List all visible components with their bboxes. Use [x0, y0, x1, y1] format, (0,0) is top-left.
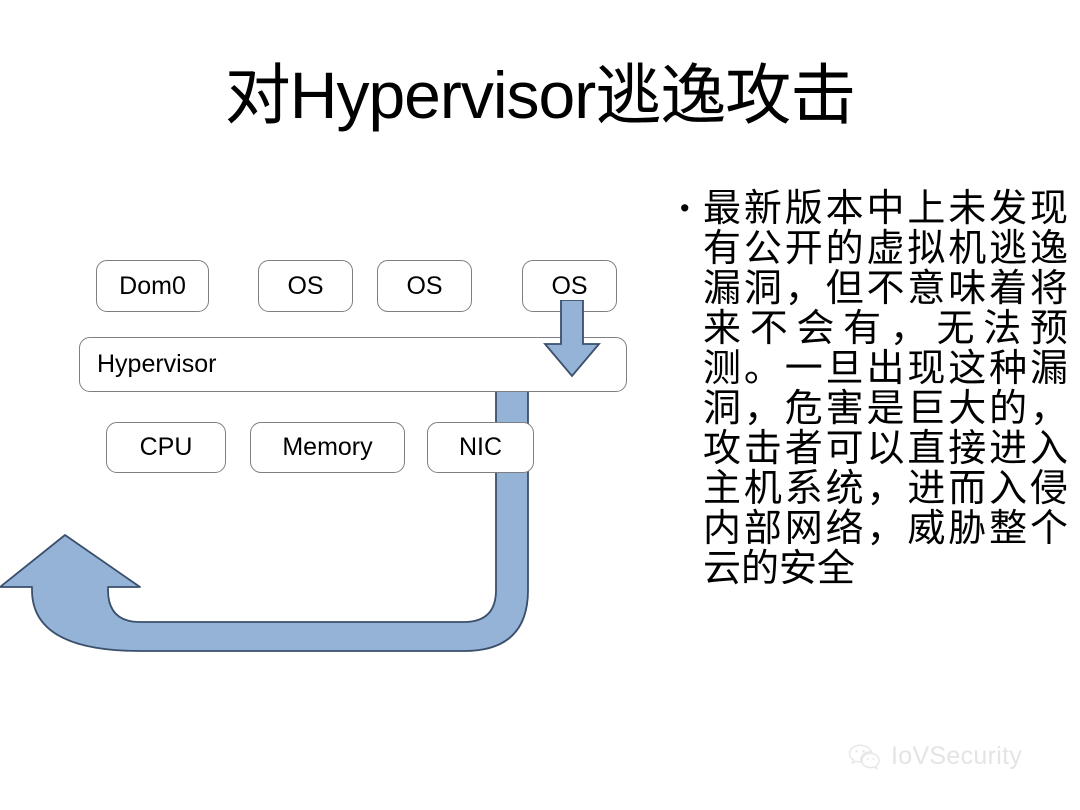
- escape-down-arrow-icon: [543, 300, 601, 378]
- bullet-item-text: 最新版本中上未发现有公开的虚拟机逃逸漏洞，但不意味着将来不会有，无法预测。一旦出…: [703, 186, 1068, 590]
- diagram-box-memory: Memory: [250, 422, 405, 473]
- diagram-box-os-3-label: OS: [551, 271, 588, 300]
- diagram-box-memory-label: Memory: [282, 433, 373, 461]
- diagram-box-dom0: Dom0: [96, 260, 209, 312]
- diagram-box-os-1-label: OS: [287, 271, 324, 300]
- watermark: IoVSecurity: [848, 742, 1022, 771]
- hypervisor-escape-attack-diagram: Dom0 OS OS OS Hypervisor CPU Memory NIC: [0, 0, 660, 810]
- watermark-label: IoVSecurity: [891, 742, 1023, 770]
- escape-loop-arrow-icon: [0, 372, 529, 652]
- slide-canvas: 对Hypervisor逃逸攻击 Dom0 OS OS OS Hypervisor…: [0, 0, 1080, 810]
- diagram-box-nic: NIC: [427, 422, 534, 473]
- diagram-box-os-1: OS: [258, 260, 353, 312]
- diagram-box-nic-label: NIC: [458, 433, 503, 461]
- diagram-box-cpu-label: CPU: [139, 433, 193, 461]
- diagram-box-cpu: CPU: [106, 422, 226, 473]
- diagram-box-hypervisor-label: Hypervisor: [97, 350, 217, 378]
- diagram-box-dom0-label: Dom0: [119, 271, 186, 300]
- body-text-block: • 最新版本中上未发现有公开的虚拟机逃逸漏洞，但不意味着将来不会有，无法预测。一…: [668, 188, 1068, 588]
- wechat-icon: [848, 743, 880, 770]
- diagram-box-os-2: OS: [377, 260, 472, 312]
- diagram-box-os-2-label: OS: [406, 271, 443, 300]
- bullet-marker-icon: •: [680, 193, 690, 223]
- bullet-list-item: • 最新版本中上未发现有公开的虚拟机逃逸漏洞，但不意味着将来不会有，无法预测。一…: [668, 188, 1068, 588]
